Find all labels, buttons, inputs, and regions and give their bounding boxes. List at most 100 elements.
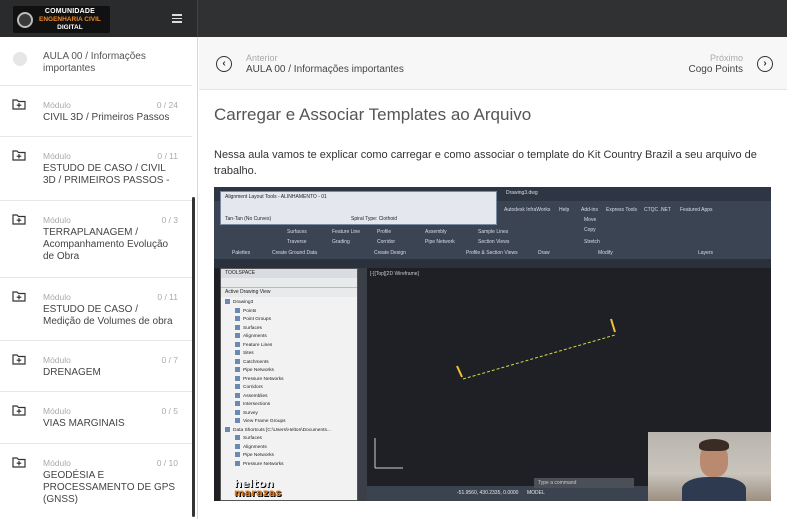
lesson-description: Nessa aula vamos te explicar como carreg… [214,149,757,177]
tree-item-label: Points [243,308,257,314]
tree-item-label: View Frame Groups [243,419,286,424]
toolspace-tree-item: Sites [225,350,353,359]
brand-logo[interactable]: COMUNIDADE ENGENHARIA CIVIL DIGITAL [13,6,110,33]
cad-toolspace: TOOLSPACE Active Drawing View Drawing3 Po… [220,268,358,501]
sidebar-module[interactable]: Módulo 0 / 5 VIAS MARGINAIS [0,391,192,443]
tree-item-icon [235,409,240,415]
cad-tab-strip [214,259,771,268]
module-title: DRENAGEM [43,367,101,378]
tree-item-icon [235,443,240,449]
tree-item-label: Pipe Networks [243,453,274,458]
module-progress: 0 / 5 [161,406,178,416]
tree-item-icon [235,401,240,407]
cad-ribbon-group: Layers [698,250,714,256]
tree-item-label: Intersections [243,402,271,407]
module-label: Módulo [43,292,71,302]
sidebar-lesson-item[interactable]: AULA 00 / Informações importantes [0,43,192,81]
folder-add-icon [12,457,26,468]
toolspace-tree-item: View Frame Groups [225,418,353,427]
module-label: Módulo [43,215,71,225]
toolspace-tree-item: Feature Lines [225,341,353,351]
command-input: Type a command [534,478,634,488]
sidebar-module[interactable]: Módulo 0 / 7 DRENAGEM [0,340,192,391]
previous-lesson-link[interactable]: AULA 00 / Informações importantes [246,64,404,75]
tree-item-label: Pipe Networks [243,368,274,373]
toolspace-tree-item: Point Groups [225,316,353,325]
cad-ribbon: Drawing3.dwg Autodesk InfraWorks Help Add-… [214,187,771,259]
cad-ribbon-item: Section Views [478,239,510,245]
sidebar-module[interactable]: Módulo 0 / 10 GEODÉSIA E PROCESSAMENTO DE … [0,443,192,513]
lesson-title: AULA 00 / Informações importantes [43,51,146,74]
toolspace-tree-item: Intersections [225,401,353,410]
model-tab: MODEL [527,490,545,496]
sidebar-module[interactable]: Módulo 0 / 3 TERRAPLANAGEM / Acompanhament… [0,200,192,277]
tree-item-icon [235,316,240,322]
tree-item-label: Surfaces [243,436,262,441]
next-lesson-button[interactable]: › [757,56,773,72]
cad-ribbon-group: Palettes [232,250,251,256]
sidebar-module[interactable]: Módulo 0 / 11 ESTUDO DE CASO / CIVIL 3D / … [0,136,192,200]
tree-item-icon [235,392,240,398]
sidebar-module[interactable]: Módulo 0 / 24 CIVIL 3D / Primeiros Passos [0,85,192,136]
cad-ribbon-item: Pipe Network [425,239,455,245]
tree-item-label: Assemblies [243,393,268,399]
sidebar-scrollbar[interactable] [192,197,195,517]
module-progress: 0 / 7 [161,355,178,365]
module-progress: 0 / 3 [161,215,178,225]
sidebar-module[interactable]: Módulo 0 / 11 ESTUDO DE CASO / Medição de … [0,277,192,340]
cad-ribbon-item: Grading [332,239,350,245]
toolspace-side-strip [358,268,367,501]
toolspace-tree-item: Pipe Networks [225,367,353,376]
next-lesson-link[interactable]: Cogo Points [689,64,743,75]
previous-lesson-button[interactable]: ‹ [216,56,232,72]
logo-line-1: COMUNIDADE [44,7,96,15]
cad-ribbon-group: Create Design [374,250,406,256]
tree-item-label: Drawing3 [233,300,254,305]
module-title: GEODÉSIA E PROCESSAMENTO DE GPS (GNSS) [43,470,176,505]
cad-ribbon-item: Feature Line [332,229,361,235]
cad-ribbon-group: Create Ground Data [272,250,318,256]
top-bar: COMUNIDADE ENGENHARIA CIVIL DIGITAL [0,0,787,37]
alignment-line [462,334,616,380]
toolspace-tree-item: Survey [225,409,353,419]
cad-ribbon-item: Profile [377,229,392,235]
tree-item-icon [235,350,240,356]
tree-item-label: Catchments [243,359,269,365]
tree-item-label: Pressure Networks [243,461,284,467]
cad-menu-item: CTQC .NET [644,207,671,213]
module-title: TERRAPLANAGEM / Acompanhamento Evolução … [43,227,169,262]
module-label: Módulo [43,406,71,416]
presenter-brand: helton marazas [234,478,281,499]
popup-left-label: Tan-Tan (No Curves) [225,216,272,222]
cad-ribbon-item: Assembly [425,229,447,235]
cad-menu-item: Help [559,207,570,213]
module-label: Módulo [43,355,71,365]
tree-item-label: Survey [243,410,258,416]
menu-icon[interactable] [172,14,182,23]
tree-item-icon [235,333,240,339]
toolspace-tree-item: Surfaces [225,324,353,334]
tree-item-icon [225,299,230,305]
tree-item-icon [235,375,240,381]
lesson-video[interactable]: Drawing3.dwg Autodesk InfraWorks Help Add-… [214,187,771,501]
toolspace-tree-item: Data Shortcuts [C:\Users\Helton\Document… [225,426,353,436]
popup-title: Alignment Layout Tools - ALINHAMENTO - 0… [225,194,327,200]
toolspace-view-select: Active Drawing View [221,288,357,297]
alignment-layout-tools-popup: Alignment Layout Tools - ALINHAMENTO - 0… [220,191,497,225]
cad-ribbon-item: Move [584,217,597,223]
cad-ribbon-group: Draw [538,250,550,256]
tree-item-label: Feature Lines [243,342,273,348]
module-progress: 0 / 11 [157,292,178,302]
cad-menu-item: Autodesk InfraWorks [504,207,551,213]
cad-ribbon-item: Stretch [584,239,600,245]
tree-item-icon [235,452,240,458]
tree-item-icon [235,341,240,347]
alignment-end-tick [610,318,616,333]
folder-add-icon [12,405,26,416]
lesson-navigation: ‹ Anterior AULA 00 / Informações importa… [199,37,787,90]
cad-ribbon-item: Corridor [377,239,396,245]
toolspace-tree-item: Assemblies [225,392,353,402]
toolspace-tree-item: Drawing3 [225,299,353,308]
tree-item-label: Point Groups [243,317,271,322]
module-label: Módulo [43,151,71,161]
